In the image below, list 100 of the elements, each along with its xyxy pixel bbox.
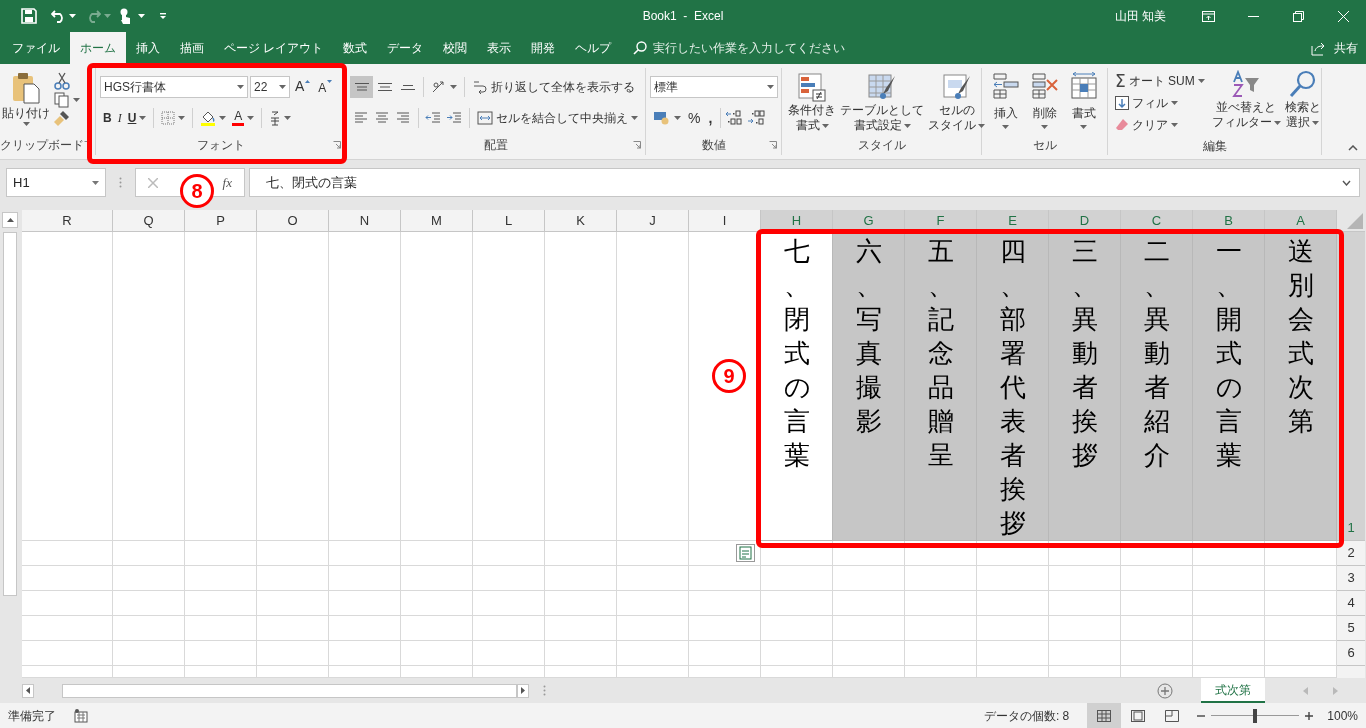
table-cell[interactable] [22, 232, 113, 541]
cut-icon[interactable] [54, 72, 70, 90]
table-cell[interactable] [113, 591, 185, 616]
table-cell[interactable] [1049, 641, 1121, 666]
fill-button[interactable]: フィル [1112, 92, 1208, 114]
table-cell[interactable] [905, 641, 977, 666]
font-name-field[interactable]: HGS行書体 [100, 76, 248, 98]
row-header[interactable]: 2 [1337, 541, 1365, 566]
align-button[interactable] [350, 76, 373, 98]
column-header[interactable]: R [22, 210, 113, 232]
table-cell[interactable] [545, 616, 617, 641]
column-header[interactable]: C [1121, 210, 1193, 232]
table-cell[interactable] [1193, 591, 1265, 616]
table-cell[interactable] [257, 591, 329, 616]
table-cell[interactable] [905, 566, 977, 591]
table-cell[interactable]: 七、閉式の言葉 [761, 232, 833, 541]
copy-button[interactable] [54, 92, 80, 108]
column-header[interactable]: L [473, 210, 545, 232]
dialog-launcher-icon[interactable] [333, 141, 341, 150]
table-cell[interactable] [401, 541, 473, 566]
undo-button[interactable] [51, 9, 76, 23]
column-header[interactable]: A [1265, 210, 1337, 232]
table-cell[interactable]: 五、記念品贈呈 [905, 232, 977, 541]
table-cell[interactable] [257, 232, 329, 541]
dialog-launcher-icon[interactable] [769, 141, 777, 150]
row-header[interactable]: 4 [1337, 591, 1365, 616]
table-cell[interactable] [977, 616, 1049, 641]
row-header[interactable]: 6 [1337, 641, 1365, 666]
ribbon-tab[interactable]: データ [377, 32, 434, 64]
ribbon-tab[interactable]: ファイル [2, 32, 70, 64]
increase-decimal-icon[interactable] [725, 110, 744, 126]
touch-mode-button[interactable] [119, 8, 145, 24]
save-icon[interactable] [21, 8, 37, 24]
table-cell[interactable] [185, 641, 257, 666]
table-cell[interactable] [545, 541, 617, 566]
table-cell[interactable] [22, 541, 113, 566]
table-cell[interactable] [401, 616, 473, 641]
number-format-field[interactable]: 標準 [650, 76, 778, 98]
table-cell[interactable] [833, 541, 905, 566]
table-cell[interactable]: 六、写真撮影 [833, 232, 905, 541]
table-cell[interactable] [1049, 591, 1121, 616]
select-all-button[interactable] [1337, 210, 1365, 232]
table-cell[interactable] [761, 616, 833, 641]
column-header[interactable]: E [977, 210, 1049, 232]
table-cell[interactable] [545, 591, 617, 616]
table-cell[interactable]: 二、異動者紹介 [1121, 232, 1193, 541]
table-cell[interactable] [1121, 591, 1193, 616]
table-cell[interactable] [257, 641, 329, 666]
column-header[interactable]: K [545, 210, 617, 232]
zoom-slider-thumb[interactable] [1253, 708, 1258, 723]
table-cell[interactable] [617, 641, 689, 666]
ribbon-tab[interactable]: ページ レイアウト [214, 32, 334, 64]
column-header[interactable]: M [401, 210, 473, 232]
table-cell[interactable] [401, 566, 473, 591]
ribbon-button[interactable]: 条件付き 書式 [786, 72, 838, 133]
table-cell[interactable] [329, 616, 401, 641]
row-header[interactable]: 5 [1337, 616, 1365, 641]
scroll-right-button[interactable] [517, 683, 529, 698]
macro-record-icon[interactable] [74, 708, 88, 723]
table-cell[interactable] [761, 566, 833, 591]
table-cell[interactable] [1121, 641, 1193, 666]
table-cell[interactable] [1121, 616, 1193, 641]
font-color-button[interactable]: A [229, 107, 258, 129]
quick-analysis-icon[interactable] [736, 544, 755, 562]
table-cell[interactable] [113, 566, 185, 591]
horizontal-scrollbar-thumb[interactable] [62, 683, 517, 698]
table-cell[interactable] [905, 591, 977, 616]
table-cell[interactable] [185, 616, 257, 641]
comma-button[interactable]: , [704, 107, 717, 129]
add-sheet-icon[interactable] [1157, 682, 1173, 699]
clear-button[interactable]: クリア [1112, 114, 1208, 136]
table-cell[interactable] [617, 232, 689, 541]
table-cell[interactable] [689, 641, 761, 666]
share-button[interactable]: 共有 [1311, 32, 1366, 64]
column-header[interactable]: F [905, 210, 977, 232]
table-cell[interactable] [689, 591, 761, 616]
row-header[interactable]: 3 [1337, 566, 1365, 591]
column-header[interactable]: G [833, 210, 905, 232]
table-cell[interactable] [257, 541, 329, 566]
table-cell[interactable] [473, 232, 545, 541]
table-cell[interactable] [1193, 566, 1265, 591]
scroll-left-button[interactable] [22, 683, 34, 698]
ribbon-tab[interactable]: 校閲 [433, 32, 478, 64]
table-cell[interactable] [401, 232, 473, 541]
scrollbar-thumb[interactable] [3, 232, 17, 596]
name-box[interactable]: H1 [6, 168, 106, 197]
table-cell[interactable]: 一、開式の言葉 [1193, 232, 1265, 541]
paste-button[interactable]: 貼り付け [4, 72, 48, 126]
table-cell[interactable] [473, 591, 545, 616]
ribbon-tab[interactable]: ヘルプ [565, 32, 622, 64]
table-cell[interactable] [113, 616, 185, 641]
shrink-font-button[interactable]: A [315, 76, 336, 98]
table-cell[interactable] [22, 616, 113, 641]
dialog-launcher-icon[interactable] [633, 141, 641, 150]
scroll-up-button[interactable] [2, 212, 18, 228]
table-cell[interactable] [545, 566, 617, 591]
table-cell[interactable] [833, 591, 905, 616]
table-cell[interactable] [329, 566, 401, 591]
table-cell[interactable]: 送別会式次第 [1265, 232, 1337, 541]
table-cell[interactable] [761, 541, 833, 566]
